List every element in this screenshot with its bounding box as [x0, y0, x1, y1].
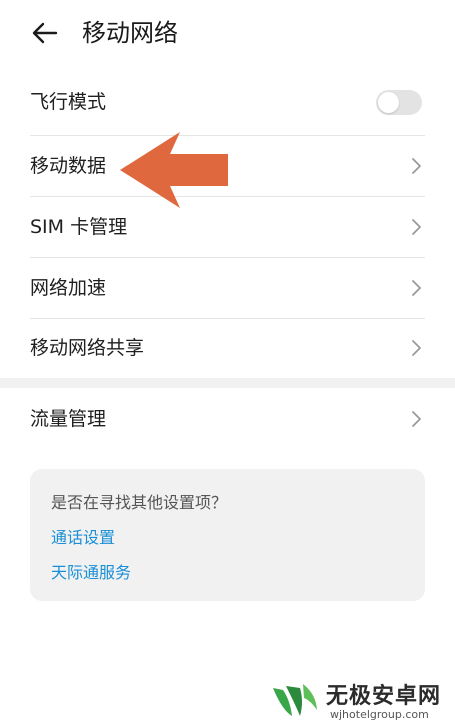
sim-management-label: SIM 卡管理	[30, 216, 128, 238]
suggestions-title: 是否在寻找其他设置项？	[51, 493, 228, 512]
watermark-brand-text: 无极安卓网	[326, 684, 442, 709]
airplane-mode-row[interactable]: 飞行模式	[30, 72, 425, 132]
suggestions-card: 是否在寻找其他设置项？ 通话设置 天际通服务	[30, 469, 425, 601]
chevron-right-icon	[412, 158, 421, 174]
header: 移动网络	[0, 0, 455, 70]
data-usage-label: 流量管理	[30, 408, 107, 430]
watermark: 无极安卓网 wjhotelgroup.com	[270, 678, 455, 724]
hotspot-sharing-label: 移动网络共享	[30, 337, 145, 359]
chevron-right-icon	[412, 411, 421, 427]
chevron-right-icon	[412, 280, 421, 296]
section-separator	[0, 378, 455, 388]
arrow-left-icon	[120, 132, 228, 208]
airplane-mode-label: 飞行模式	[30, 91, 107, 113]
call-settings-link[interactable]: 通话设置	[51, 524, 115, 548]
watermark-url-text: wjhotelgroup.com	[330, 708, 429, 721]
hotspot-sharing-row[interactable]: 移动网络共享	[30, 318, 425, 378]
chevron-right-icon	[412, 219, 421, 235]
watermark-logo-icon	[273, 684, 317, 716]
airplane-mode-toggle[interactable]	[376, 90, 422, 115]
mobile-data-label: 移动数据	[30, 155, 107, 177]
toggle-knob	[378, 92, 399, 113]
chevron-right-icon	[412, 340, 421, 356]
arrow-left-icon	[32, 22, 58, 44]
network-boost-label: 网络加速	[30, 277, 107, 299]
network-boost-row[interactable]: 网络加速	[30, 258, 425, 318]
page-title: 移动网络	[82, 19, 178, 47]
data-usage-row[interactable]: 流量管理	[30, 389, 425, 449]
back-button[interactable]	[30, 18, 60, 48]
skytone-service-link[interactable]: 天际通服务	[51, 559, 131, 583]
